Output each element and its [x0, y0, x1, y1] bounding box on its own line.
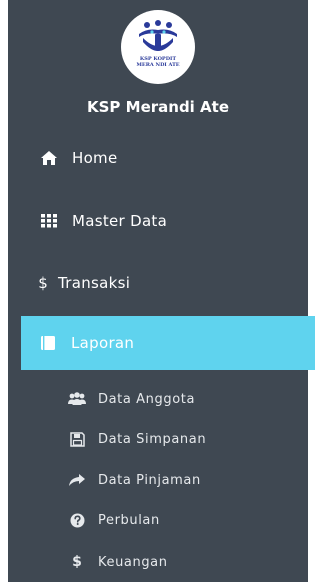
submenu-item-data-anggota[interactable]: Data Anggota	[8, 384, 308, 414]
menu-item-label: Home	[72, 149, 118, 167]
menu-item-laporan[interactable]: Laporan	[21, 316, 315, 370]
menu-item-master-data[interactable]: Master Data	[8, 194, 308, 248]
logo-text-line2: MERA NDI ATE	[136, 62, 180, 68]
submenu-item-label: Perbulan	[98, 512, 160, 528]
logo-emblem-icon	[139, 20, 177, 51]
dollar-icon: $	[72, 554, 82, 570]
submenu-item-label: Data Anggota	[98, 391, 196, 407]
dollar-icon: $	[38, 274, 48, 292]
users-icon	[66, 390, 88, 408]
menu-item-transaksi[interactable]: $ Transaksi	[8, 256, 308, 310]
menu-item-label: Master Data	[72, 212, 168, 230]
sidebar: KSP KOPDIT MERA NDI ATE KSP Merandi Ate …	[8, 0, 315, 582]
submenu-item-keuangan[interactable]: $ Keuangan	[8, 547, 308, 577]
question-circle-icon	[66, 511, 88, 529]
share-arrow-icon	[66, 471, 88, 489]
grid-icon	[38, 210, 60, 232]
submenu-item-data-pinjaman[interactable]: Data Pinjaman	[8, 465, 308, 495]
home-icon	[38, 147, 60, 169]
brand-logo: KSP KOPDIT MERA NDI ATE	[121, 10, 195, 84]
menu-item-home[interactable]: Home	[8, 131, 308, 185]
submenu-item-label: Keuangan	[98, 554, 168, 570]
menu-item-label: Transaksi	[58, 274, 131, 292]
book-icon	[37, 332, 59, 354]
app-title: KSP Merandi Ate	[87, 98, 229, 116]
submenu-item-data-simpanan[interactable]: Data Simpanan	[8, 424, 308, 454]
submenu-item-perbulan[interactable]: Perbulan	[8, 505, 308, 535]
save-icon	[66, 430, 88, 448]
submenu-item-label: Data Simpanan	[98, 431, 207, 447]
submenu-item-label: Data Pinjaman	[98, 472, 201, 488]
menu-item-label: Laporan	[71, 334, 135, 352]
